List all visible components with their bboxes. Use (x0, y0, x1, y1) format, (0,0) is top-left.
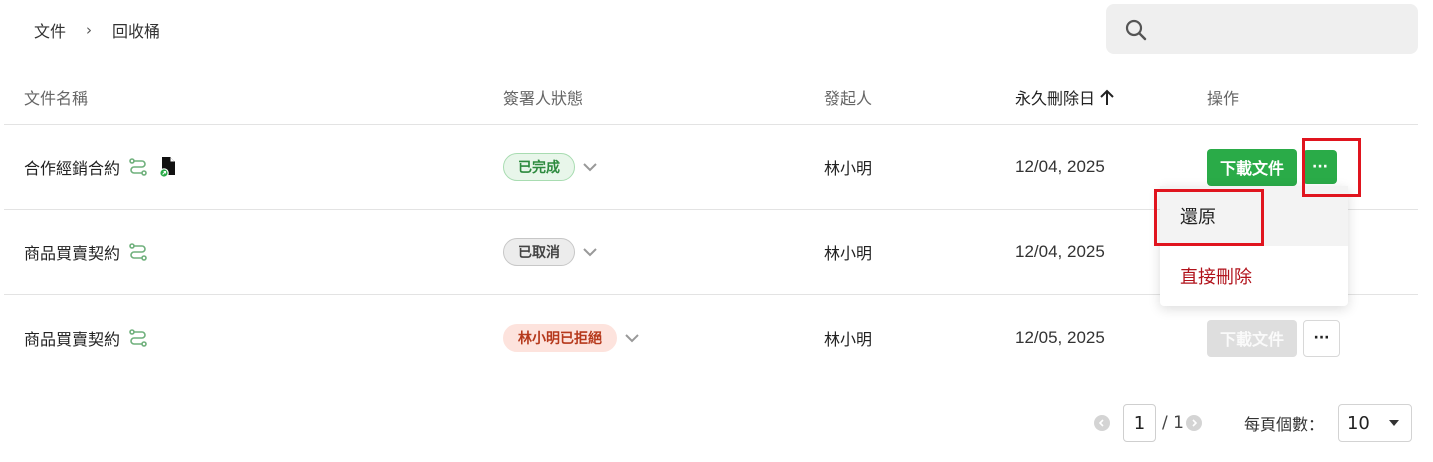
status-badge: 已取消 (503, 238, 575, 266)
highlight-restore-item (1154, 189, 1264, 246)
header-delete-date[interactable]: 永久刪除日 (1015, 85, 1115, 109)
pagination: 1 / 1 每頁個數： 10 (1094, 404, 1412, 442)
row-name-cell: 合作經銷合約 (24, 125, 178, 209)
previous-page-icon[interactable] (1094, 415, 1110, 431)
chevron-down-icon[interactable] (581, 243, 599, 261)
signing-flow-icon (128, 328, 148, 348)
row-status-cell: 林小明已拒絕 (503, 296, 641, 380)
status-badge: 已完成 (503, 153, 575, 181)
table-header: 文件名稱 簽署人狀態 發起人 永久刪除日 操作 (0, 66, 1433, 124)
row-status-cell: 已取消 (503, 210, 599, 294)
download-button[interactable]: 下載文件 (1207, 148, 1298, 186)
row-name-cell: 商品買賣契約 (24, 296, 148, 380)
header-sender: 發起人 (824, 89, 873, 108)
sort-ascending-icon[interactable] (1099, 88, 1115, 106)
document-name[interactable]: 合作經銷合約 (24, 155, 120, 179)
row-name-cell: 商品買賣契約 (24, 210, 148, 294)
header-delete-date-label: 永久刪除日 (1015, 89, 1096, 108)
per-page-select[interactable]: 10 (1337, 404, 1412, 442)
breadcrumb-root[interactable]: 文件 (34, 18, 66, 42)
status-badge: 林小明已拒絕 (503, 324, 617, 352)
search-icon (1125, 19, 1147, 41)
caret-down-icon (1388, 420, 1399, 426)
document-file-icon (158, 156, 178, 178)
breadcrumb: 文件 › 回收桶 (34, 18, 160, 42)
menu-item-delete-permanently[interactable]: 直接刪除 (1160, 246, 1348, 306)
delete-date: 12/04, 2025 (1015, 242, 1105, 261)
page-number-input[interactable]: 1 (1123, 404, 1156, 442)
document-name[interactable]: 商品買賣契約 (24, 326, 120, 350)
sender-name: 林小明 (824, 330, 873, 349)
more-options-button[interactable]: ··· (1303, 319, 1341, 357)
sender-name: 林小明 (824, 244, 873, 263)
per-page-label: 每頁個數： (1243, 415, 1324, 434)
next-page-icon[interactable] (1185, 415, 1202, 431)
per-page-value: 10 (1346, 412, 1370, 434)
search-input[interactable] (1106, 4, 1418, 54)
header-status: 簽署人狀態 (503, 89, 584, 108)
header-name: 文件名稱 (24, 89, 89, 108)
chevron-down-icon[interactable] (581, 158, 599, 176)
sender-name: 林小明 (824, 159, 873, 178)
row-status-cell: 已完成 (503, 125, 599, 209)
delete-date: 12/04, 2025 (1015, 157, 1105, 176)
breadcrumb-current: 回收桶 (112, 22, 161, 41)
table-row: 商品買賣契約 林小明已拒絕 林小明 12/05, 2025 下載文件 ··· (0, 296, 1433, 380)
row-actions: 下載文件 ··· (1207, 296, 1341, 380)
highlight-more-button (1302, 138, 1361, 197)
chevron-down-icon[interactable] (623, 329, 641, 347)
breadcrumb-separator: › (86, 21, 93, 39)
signing-flow-icon (128, 157, 148, 177)
header-actions: 操作 (1207, 89, 1240, 108)
signing-flow-icon (128, 242, 148, 262)
delete-date: 12/05, 2025 (1015, 328, 1105, 347)
download-button-disabled: 下載文件 (1207, 319, 1298, 357)
document-name[interactable]: 商品買賣契約 (24, 240, 120, 264)
page-total: / 1 (1162, 413, 1184, 433)
